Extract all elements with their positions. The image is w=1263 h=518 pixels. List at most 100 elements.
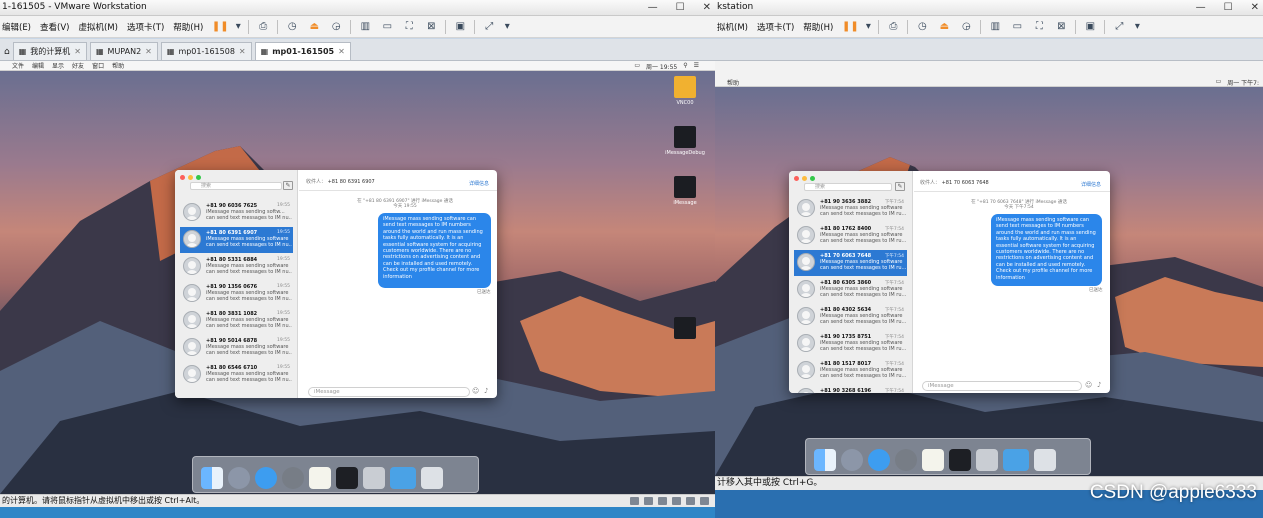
network-icon[interactable] [658,497,667,505]
menu-tabs[interactable]: 选项卡(T) [757,21,794,33]
sound-icon[interactable] [686,497,695,505]
close-button[interactable]: ✕ [703,1,711,14]
close-icon[interactable]: ✕ [145,47,152,56]
display-icon[interactable] [700,497,709,505]
close-icon[interactable] [180,175,185,180]
emoji-icon[interactable]: ☺ [1085,381,1092,389]
conversation-item[interactable]: +81 80 4302 5634 iMessage mass sending so… [794,304,907,330]
menu-help[interactable]: 帮助(H) [173,21,203,33]
thumbnail-icon[interactable]: ▭ [1009,19,1025,35]
menu-tabs[interactable]: 选项卡(T) [127,21,164,33]
conversation-item[interactable]: +81 80 1762 8400 iMessage mass sending so… [794,223,907,249]
conversation-item[interactable]: +81 80 3831 1082 iMessage mass sending so… [180,308,293,334]
snapshot-manager-icon[interactable]: ◶ [328,19,344,35]
dropdown-icon[interactable]: ▾ [1133,19,1141,35]
fullscreen-icon[interactable]: ⛶ [1031,19,1047,35]
conversation-item[interactable]: +81 90 6036 7625 iMessage mass sending so… [180,200,293,226]
console-icon[interactable]: ▣ [1082,19,1098,35]
guest-menu-help[interactable]: 帮助 [112,61,124,70]
search-icon[interactable]: ⚲ [683,62,687,71]
finder-icon[interactable] [201,467,223,489]
maximize-button[interactable]: ☐ [676,1,685,14]
thumbnail-icon[interactable]: ▭ [379,19,395,35]
conversation-item[interactable]: +81 90 3268 6196iMessage mass sending so… [794,385,907,393]
hdd-icon[interactable] [630,497,639,505]
zoom-icon[interactable] [810,176,815,181]
maximize-button[interactable]: ☐ [1224,1,1233,14]
close-icon[interactable] [794,176,799,181]
microphone-icon[interactable]: ♪ [1097,381,1101,389]
conversation-item[interactable]: +81 90 1735 8751 iMessage mass sending so… [794,331,907,357]
unity-icon[interactable]: ⊠ [1053,19,1069,35]
tab-mupan2[interactable]: ▦ MUPAN2 ✕ [89,42,158,60]
messages-icon[interactable] [255,467,277,489]
sent-message-bubble[interactable]: iMessage mass sending software can send … [378,213,491,288]
sent-message-bubble[interactable]: iMessage mass sending software can send … [991,214,1102,286]
guest-menu-view[interactable]: 显示 [52,61,64,70]
snapshot-icon[interactable]: ◷ [284,19,300,35]
installer-icon[interactable] [363,467,385,489]
dropdown-icon[interactable]: ▾ [234,19,242,35]
stretch-icon[interactable]: ⤢ [481,19,497,35]
zoom-icon[interactable] [196,175,201,180]
guest-menu-file[interactable]: 文件 [12,61,24,70]
snapshot-icon[interactable]: ◷ [914,19,930,35]
fullscreen-icon[interactable]: ⛶ [401,19,417,35]
search-input[interactable]: 搜索 [804,183,892,191]
trash-icon[interactable] [421,467,443,489]
menu-edit[interactable]: 编辑(E) [2,21,31,33]
guest-menu-window[interactable]: 窗口 [92,61,104,70]
guest-menu-help[interactable]: 帮助 [727,78,739,87]
tab-mp01-161508[interactable]: ▦ mp01-161508 ✕ [160,42,252,60]
finder-icon[interactable] [814,449,836,471]
minimize-button[interactable]: — [648,1,658,14]
terminal-icon[interactable] [336,467,358,489]
search-input[interactable]: 搜索 [190,182,282,190]
desktop-icon-vnc00[interactable]: VNC00 [670,76,700,106]
unity-icon[interactable]: ⊠ [423,19,439,35]
conversation-item[interactable]: +81 90 3636 3882 iMessage mass sending so… [794,196,907,222]
stretch-icon[interactable]: ⤢ [1111,19,1127,35]
conversation-item[interactable]: +81 80 5331 6884 iMessage mass sending so… [180,254,293,280]
conversation-item[interactable]: +81 70 6063 7648 iMessage mass sending so… [794,250,907,276]
system-preferences-icon[interactable] [282,467,304,489]
usb-icon[interactable] [672,497,681,505]
minimize-button[interactable]: — [1196,1,1206,14]
guest-menu-edit[interactable]: 编辑 [32,61,44,70]
emoji-icon[interactable]: ☺ [472,387,479,395]
details-link[interactable]: 详细信息 [469,180,489,187]
revert-snapshot-icon[interactable]: ⏏ [936,19,952,35]
textedit-icon[interactable] [922,449,944,471]
tab-mp01-161505[interactable]: ▦ mp01-161505 ✕ [254,42,351,60]
snapshot-manager-icon[interactable]: ◶ [958,19,974,35]
conversation-item[interactable]: +81 90 1356 0676 iMessage mass sending so… [180,281,293,307]
close-icon[interactable]: ✕ [338,47,345,56]
details-link[interactable]: 详细信息 [1081,181,1101,188]
guest-menu-buddies[interactable]: 好友 [72,61,84,70]
desktop-icon-imessage[interactable]: iMessage [670,176,700,206]
menu-view[interactable]: 查看(V) [40,21,69,33]
keyboard-icon[interactable]: ▭ [1216,78,1222,87]
launchpad-icon[interactable] [841,449,863,471]
sidebar-toggle-icon[interactable]: ▥ [987,19,1003,35]
conversation-item[interactable]: +81 80 1517 8017 iMessage mass sending so… [794,358,907,384]
dropdown-icon[interactable]: ▾ [864,19,872,35]
tab-home-icon[interactable]: ⌂ [4,47,10,57]
menu-vm[interactable]: 虚拟机(M) [78,21,117,33]
downloads-icon[interactable] [390,467,416,489]
suspend-icon[interactable]: ❚❚ [212,19,229,35]
compose-icon[interactable]: ✎ [895,182,905,191]
conversation-item[interactable]: +81 80 6546 6710 iMessage mass sending so… [180,362,293,388]
launchpad-icon[interactable] [228,467,250,489]
minimize-icon[interactable] [188,175,193,180]
downloads-icon[interactable] [1003,449,1029,471]
list-icon[interactable]: ☰ [694,62,699,71]
tab-my-computer[interactable]: ▦ 我的计算机 ✕ [12,42,87,60]
cdrom-icon[interactable] [644,497,653,505]
close-icon[interactable]: ✕ [239,47,246,56]
minimize-icon[interactable] [802,176,807,181]
console-icon[interactable]: ▣ [452,19,468,35]
keyboard-icon[interactable]: ▭ [634,62,640,71]
sidebar-toggle-icon[interactable]: ▥ [357,19,373,35]
suspend-icon[interactable]: ❚❚ [842,19,859,35]
